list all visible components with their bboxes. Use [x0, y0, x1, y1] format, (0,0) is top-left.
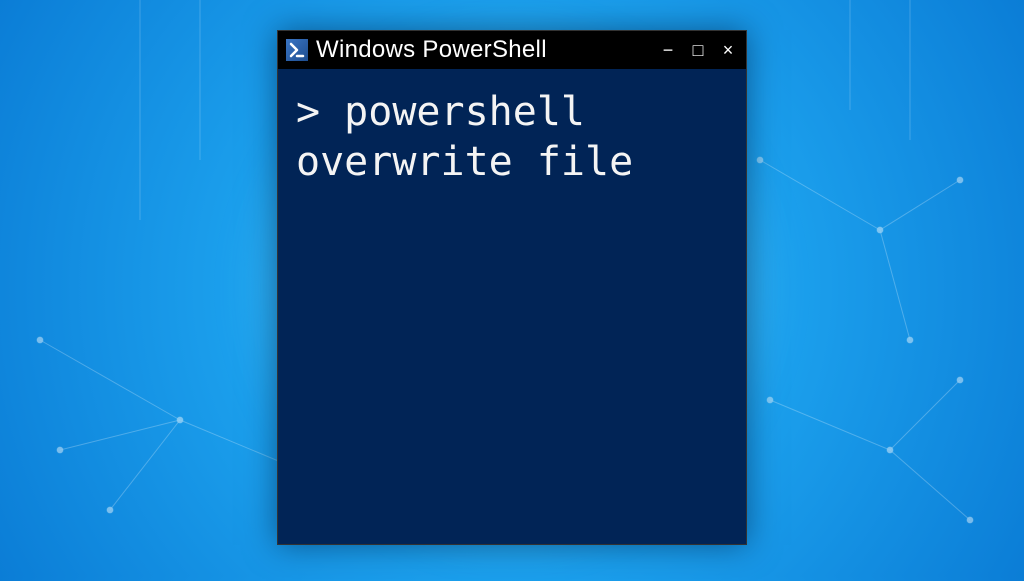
window-title: Windows PowerShell	[316, 36, 650, 64]
powershell-window: Windows PowerShell − □ × > powershell ov…	[277, 30, 747, 545]
window-controls: − □ ×	[658, 41, 738, 59]
powershell-icon	[286, 39, 308, 61]
maximize-button[interactable]: □	[688, 41, 708, 59]
prompt-symbol: >	[296, 89, 344, 135]
terminal-body[interactable]: > powershell overwrite file	[278, 69, 746, 544]
command-text: powershell overwrite file	[296, 89, 633, 185]
titlebar[interactable]: Windows PowerShell − □ ×	[278, 31, 746, 69]
minimize-button[interactable]: −	[658, 41, 678, 59]
close-button[interactable]: ×	[718, 41, 738, 59]
